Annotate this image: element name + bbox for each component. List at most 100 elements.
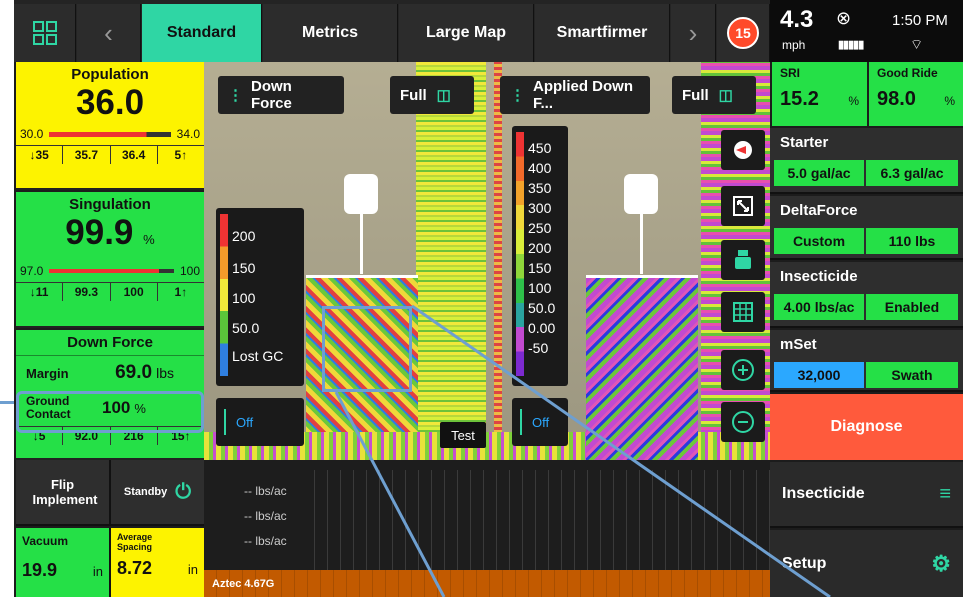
sri-unit: %	[848, 94, 859, 108]
flip-implement-button[interactable]: Flip Implement	[16, 460, 111, 526]
graph-label: -- lbs/ac	[244, 484, 287, 498]
test-button[interactable]: Test	[440, 422, 486, 448]
left-full-button[interactable]: Full ◫	[390, 76, 474, 114]
field-map[interactable]: ⋮ Down Force Full ◫ ⋮ Applied Down F... …	[204, 62, 770, 460]
setup-label: Setup	[782, 554, 827, 572]
mset-population[interactable]: 32,000	[774, 362, 864, 388]
right-full-button[interactable]: Full ◫	[672, 76, 756, 114]
compass-button[interactable]	[721, 130, 765, 170]
right-layer-select[interactable]: ⋮ Applied Down F...	[500, 76, 650, 114]
status-bar: 4.3 mph ⊗ ▮▮▮▮▮ 1:50 PM ⌔	[770, 0, 963, 62]
right-legend-bar	[516, 132, 524, 376]
good-ride-label: Good Ride	[877, 66, 938, 80]
mset-swath[interactable]: Swath	[866, 362, 958, 388]
planter-display: ‹ Standard Metrics Large Map Smartfirmer…	[14, 0, 963, 597]
legend-label: 450	[528, 140, 552, 156]
singulation-row-low: ↓11	[16, 283, 64, 301]
population-card[interactable]: Population 36.0 30.0 34.0 ↓35 35.7 36.4 …	[16, 62, 204, 190]
nav-prev-button[interactable]: ‹	[77, 4, 141, 62]
standby-button[interactable]: Standby ⏻	[111, 460, 204, 526]
good-ride-value-row: 98.0 %	[869, 84, 963, 115]
wifi-icon: ⌔	[910, 36, 924, 52]
tractor-follow-button[interactable]	[721, 240, 765, 280]
population-row-high: 5↑	[174, 148, 188, 162]
singulation-row-high: 1↑	[174, 285, 188, 299]
legend-label: 100	[528, 280, 552, 296]
coverage-strip-center	[416, 62, 486, 460]
legend-label: 100	[232, 290, 256, 306]
grid-icon	[32, 21, 57, 45]
zoom-in-button[interactable]	[721, 350, 765, 390]
singulation-title: Singulation	[69, 196, 151, 213]
singulation-row: ↓11 99.3 100 1↑	[16, 282, 204, 301]
setup-button[interactable]: Setup ⚙	[770, 530, 963, 597]
zoom-out-button[interactable]	[721, 402, 765, 442]
tractor-icon-left	[341, 174, 381, 278]
deltaforce-value[interactable]: 110 lbs	[866, 228, 958, 254]
vacuum-value: 19.9	[22, 560, 58, 580]
deltaforce-section[interactable]: DeltaForce Custom 110 lbs	[770, 196, 963, 260]
starter-rate-a[interactable]: 5.0 gal/ac	[774, 160, 864, 186]
tab-smartfirmer[interactable]: Smartfirmer	[535, 4, 670, 62]
alerts-button[interactable]: 15	[717, 4, 770, 62]
mset-label: mSet	[780, 336, 817, 353]
zoom-extents-button[interactable]	[721, 186, 765, 226]
tab-large-map[interactable]: Large Map	[399, 4, 534, 62]
legend-label: 300	[528, 200, 552, 216]
bottom-bar: Flip Implement Standby ⏻ Vacuum 19.9 in …	[14, 460, 770, 597]
singulation-range-bar	[49, 269, 174, 273]
good-ride-card[interactable]: Good Ride 98.0 %	[869, 62, 963, 126]
grid-view-button[interactable]	[721, 292, 765, 332]
population-row: ↓35 35.7 36.4 5↑	[16, 145, 204, 164]
margin-label: Margin	[26, 366, 69, 381]
legend-label: 50.0	[232, 320, 260, 336]
left-layer-select[interactable]: ⋮ Down Force	[218, 76, 344, 114]
deltaforce-mode[interactable]: Custom	[774, 228, 864, 254]
legend-label: 50.0	[528, 300, 556, 316]
legend-label: -50	[528, 340, 549, 356]
tab-standard[interactable]: Standard	[142, 4, 262, 62]
good-ride-value: 98.0	[877, 88, 916, 110]
grid-menu-button[interactable]	[14, 4, 76, 62]
left-off-toggle[interactable]: Off	[216, 398, 304, 446]
insecticide-menu-button[interactable]: Insecticide ≡	[770, 462, 963, 528]
tab-metrics[interactable]: Metrics	[263, 4, 398, 62]
starter-rate-b[interactable]: 6.3 gal/ac	[866, 160, 958, 186]
sri-label: SRI	[780, 66, 801, 80]
average-spacing-card[interactable]: Average Spacing 8.72 in	[111, 528, 204, 597]
population-row-a: 35.7	[63, 146, 111, 164]
top-nav: ‹ Standard Metrics Large Map Smartfirmer…	[14, 0, 770, 62]
singulation-unit: %	[143, 232, 155, 247]
good-ride-unit: %	[944, 94, 955, 108]
starter-label: Starter	[780, 134, 829, 151]
insecticide-section[interactable]: Insecticide 4.00 lbs/ac Enabled	[770, 262, 963, 328]
mset-section[interactable]: mSet 32,000 Swath	[770, 330, 963, 392]
downforce-title: Down Force	[16, 334, 204, 356]
row-graph[interactable]: -- lbs/ac -- lbs/ac -- lbs/ac Aztec 4.67…	[204, 460, 770, 597]
singulation-row-a: 99.3	[63, 283, 111, 301]
singulation-card[interactable]: Singulation 99.9 % 97.0 100 ↓11 99.3 100…	[16, 192, 204, 328]
sri-card[interactable]: SRI 15.2 %	[772, 62, 867, 126]
compass-icon	[734, 141, 752, 159]
tractor-icon-right	[621, 174, 661, 278]
alert-count: 15	[735, 25, 751, 41]
vacuum-card[interactable]: Vacuum 19.9 in	[16, 528, 111, 597]
left-layer-name: Down Force	[251, 78, 292, 112]
legend-label: 350	[528, 180, 552, 196]
bell-alert-icon: 15	[727, 17, 759, 49]
insecticide-rate[interactable]: 4.00 lbs/ac	[774, 294, 864, 320]
legend-label: 250	[528, 220, 552, 236]
starter-section[interactable]: Starter 5.0 gal/ac 6.3 gal/ac	[770, 128, 963, 194]
insecticide-status[interactable]: Enabled	[866, 294, 958, 320]
graph-label: -- lbs/ac	[244, 534, 287, 548]
sri-value: 15.2	[780, 88, 819, 110]
diagnose-button[interactable]: Diagnose	[770, 394, 963, 460]
split-view-icon: ◫	[436, 87, 451, 104]
right-legend: 450 400 350 300 250 200 150 100 50.0 0.0…	[512, 126, 568, 386]
map-zoom-highlight	[322, 306, 412, 392]
standby-label: Standby	[123, 486, 168, 498]
vacuum-unit: in	[92, 564, 103, 579]
menu-icon: ⋮	[228, 87, 243, 104]
right-off-toggle[interactable]: Off	[512, 398, 568, 446]
nav-next-button[interactable]: ›	[671, 4, 716, 62]
